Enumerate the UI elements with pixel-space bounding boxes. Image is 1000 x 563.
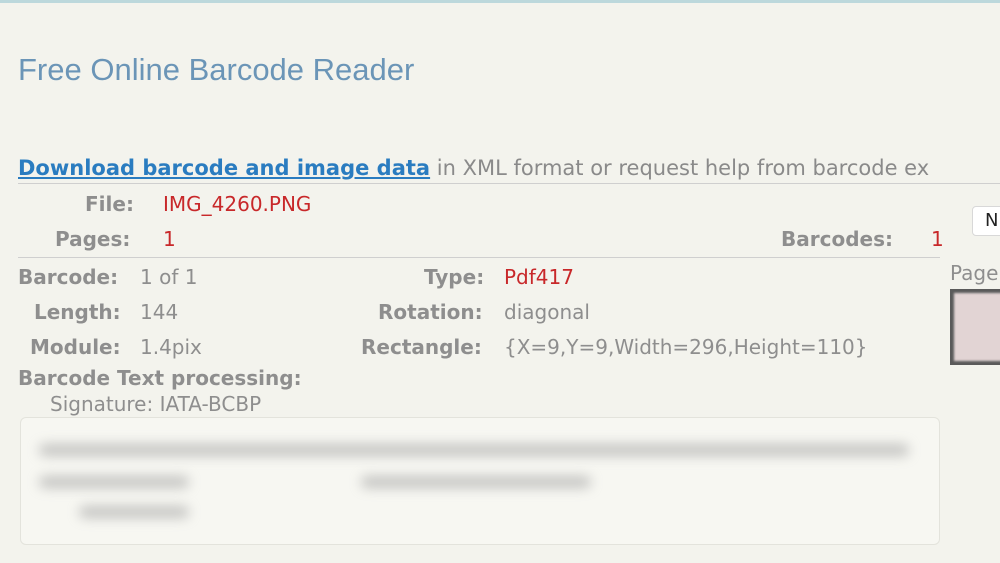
file-name: IMG_4260.PNG: [163, 192, 312, 216]
next-button[interactable]: N: [972, 206, 1000, 236]
download-line: Download barcode and image data in XML f…: [18, 156, 1000, 180]
divider: [18, 183, 1000, 184]
module-value: 1.4pix: [140, 335, 202, 359]
redacted-text-line: [39, 444, 909, 456]
processing-label: Barcode Text processing:: [18, 366, 302, 390]
download-link[interactable]: Download barcode and image data: [18, 156, 430, 180]
pages-count: 1: [163, 227, 176, 251]
redacted-text-line: [39, 476, 189, 488]
barcode-label: Barcode:: [18, 265, 119, 289]
type-value: Pdf417: [504, 265, 574, 289]
redacted-text-line: [361, 476, 591, 488]
file-label: File:: [85, 192, 134, 216]
page-thumbnail[interactable]: [950, 289, 1000, 365]
download-description: in XML format or request help from barco…: [430, 156, 930, 180]
rotation-label: Rotation:: [378, 300, 483, 324]
module-label: Module:: [30, 335, 121, 359]
redacted-text-line: [79, 506, 189, 518]
barcodes-label: Barcodes:: [781, 227, 893, 251]
rectangle-value: {X=9,Y=9,Width=296,Height=110}: [504, 335, 868, 359]
rectangle-label: Rectangle:: [361, 335, 482, 359]
length-label: Length:: [34, 300, 121, 324]
barcode-text-box[interactable]: [20, 417, 940, 545]
rotation-value: diagonal: [504, 300, 590, 324]
signature-text: Signature: IATA-BCBP: [50, 392, 262, 416]
page-preview-label: Page: [950, 261, 999, 285]
length-value: 144: [140, 300, 179, 324]
page-title: Free Online Barcode Reader: [18, 52, 415, 87]
pages-label: Pages:: [55, 227, 131, 251]
barcodes-count: 1: [931, 227, 944, 251]
top-border: [0, 0, 1000, 3]
barcode-index: 1 of 1: [140, 265, 198, 289]
type-label: Type:: [424, 265, 485, 289]
divider: [18, 257, 940, 258]
